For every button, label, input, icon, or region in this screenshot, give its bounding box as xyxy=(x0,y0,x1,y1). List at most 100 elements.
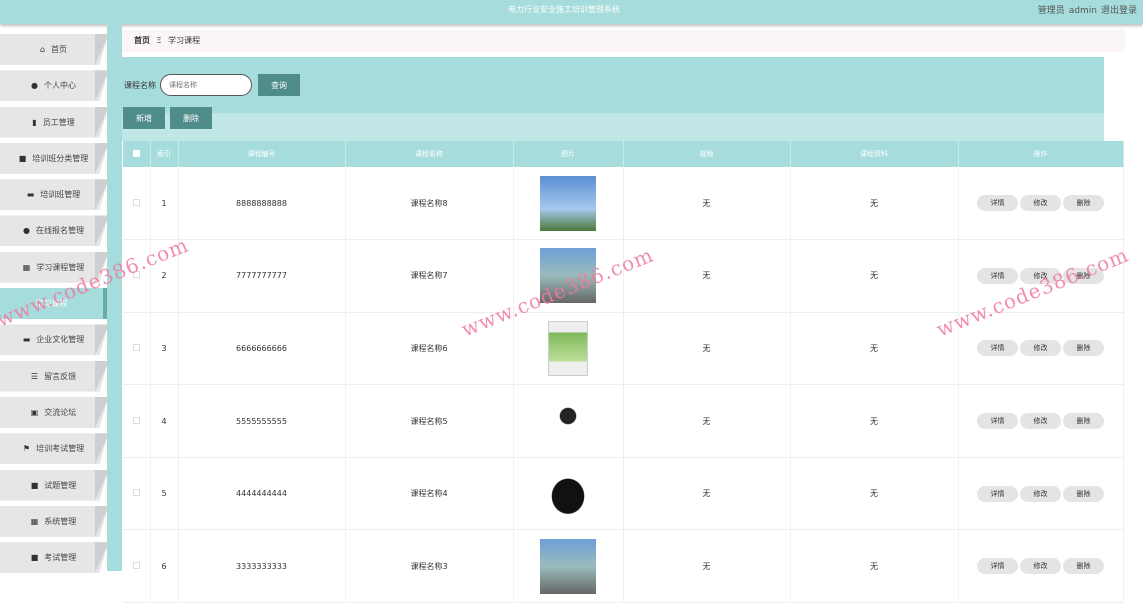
col-name: 课程名称 xyxy=(345,141,514,167)
sidebar-item[interactable]: ● 在线报名管理 xyxy=(0,215,107,247)
cell-name: 课程名称6 xyxy=(345,312,514,386)
course-image xyxy=(548,320,588,376)
breadcrumb-current: 学习课程 xyxy=(168,36,201,45)
monitor-icon: ▬ xyxy=(22,335,31,345)
row-delete-button[interactable]: 删除 xyxy=(1063,340,1104,357)
col-video: 视频 xyxy=(623,141,791,167)
row-checkbox[interactable] xyxy=(132,561,140,569)
sidebar-item-label: 首页 xyxy=(51,45,68,54)
action-bar xyxy=(122,113,1104,141)
sidebar-item-label: 交流论坛 xyxy=(44,407,77,417)
detail-button[interactable]: 详情 xyxy=(977,485,1018,502)
cell-index: 5 xyxy=(150,457,179,531)
table-row: 3 6666666666 课程名称6 无 无 详情 修改 删除 xyxy=(123,312,1124,386)
cell-material: 无 xyxy=(790,529,959,603)
cell-index: 4 xyxy=(150,384,179,458)
row-delete-button[interactable]: 删除 xyxy=(1063,267,1104,284)
user-icon: ● xyxy=(31,81,38,91)
detail-button[interactable]: 详情 xyxy=(977,558,1018,575)
sidebar-item[interactable]: ▦ 学习课程管理 xyxy=(0,251,107,283)
table-header: 索引 课程编号 课程名称 图片 视频 课程资料 操作 xyxy=(123,141,1124,167)
course-table: 索引 课程编号 课程名称 图片 视频 课程资料 操作 1 8888888888 … xyxy=(123,141,1124,603)
cell-code: 3333333333 xyxy=(178,529,346,603)
cell-name: 课程名称8 xyxy=(345,167,514,241)
cell-video: 无 xyxy=(623,529,791,603)
sidebar-item[interactable]: ■ 考试管理 xyxy=(0,542,107,574)
cell-code: 4444444444 xyxy=(178,457,346,531)
sidebar-item[interactable]: ■ 培训班分类管理 xyxy=(0,142,107,174)
sidebar: ⌂ 首页 ● 个人中心 ▮ 员工管理 ■ 培训班分类管理 ▬ 培训班管理 ● 在线报名管理 ▦ 学习课程管… xyxy=(0,34,107,578)
add-button[interactable]: 新增 xyxy=(123,107,165,129)
grid-icon: ▦ xyxy=(30,516,39,526)
sidebar-item-label: 培训班分类管理 xyxy=(32,153,89,163)
sidebar-item[interactable]: ● 个人中心 xyxy=(0,70,107,102)
sidebar-item[interactable]: 学习课程 xyxy=(0,288,107,320)
sidebar-item[interactable]: ▬ 企业文化管理 xyxy=(0,324,107,356)
cell-video: 无 xyxy=(623,457,791,531)
cell-video: 无 xyxy=(623,384,791,458)
edit-button[interactable]: 修改 xyxy=(1020,485,1061,502)
sidebar-item[interactable]: ⚑ 培训考试管理 xyxy=(0,433,107,465)
cell-name: 课程名称7 xyxy=(345,239,514,313)
search-label: 课程名称 xyxy=(124,81,156,90)
row-delete-button[interactable]: 删除 xyxy=(1063,195,1104,212)
edit-button[interactable]: 修改 xyxy=(1020,558,1061,575)
row-checkbox[interactable] xyxy=(132,198,140,206)
search-input[interactable] xyxy=(160,74,252,96)
edit-button[interactable]: 修改 xyxy=(1020,413,1061,430)
sidebar-item-label: 员工管理 xyxy=(42,117,75,127)
home-icon: ⌂ xyxy=(39,45,46,54)
detail-button[interactable]: 详情 xyxy=(977,267,1018,284)
cell-material: 无 xyxy=(790,457,959,531)
row-checkbox[interactable] xyxy=(132,271,140,279)
row-checkbox[interactable] xyxy=(132,343,140,351)
sidebar-item[interactable]: ▬ 培训班管理 xyxy=(0,179,107,211)
sidebar-item-label: 培训考试管理 xyxy=(36,444,85,454)
course-image xyxy=(540,175,596,231)
logout-link[interactable]: 退出登录 xyxy=(1101,6,1137,16)
detail-button[interactable]: 详情 xyxy=(977,195,1018,212)
sidebar-item-label: 企业文化管理 xyxy=(36,335,85,345)
user-role: 管理员 xyxy=(1037,6,1065,16)
select-all-checkbox[interactable] xyxy=(132,149,140,157)
cell-code: 6666666666 xyxy=(178,312,346,386)
cell-index: 6 xyxy=(150,529,179,603)
course-image xyxy=(540,466,596,522)
row-delete-button[interactable]: 删除 xyxy=(1063,413,1104,430)
row-checkbox[interactable] xyxy=(132,489,140,497)
cell-code: 8888888888 xyxy=(178,167,346,241)
cell-material: 无 xyxy=(790,239,959,313)
sidebar-item[interactable]: ☰ 留言反馈 xyxy=(0,360,107,392)
col-material: 课程资料 xyxy=(790,141,959,167)
table-row: 5 4444444444 课程名称4 无 无 详情 修改 删除 xyxy=(123,457,1124,531)
detail-button[interactable]: 详情 xyxy=(977,413,1018,430)
edit-button[interactable]: 修改 xyxy=(1020,340,1061,357)
sidebar-item[interactable]: ▮ 员工管理 xyxy=(0,106,107,138)
col-actions: 操作 xyxy=(958,141,1124,167)
sidebar-item-label: 培训班管理 xyxy=(40,190,81,200)
search-button[interactable]: 查询 xyxy=(258,74,300,96)
sidebar-item[interactable]: ⌂ 首页 xyxy=(0,34,107,65)
course-image xyxy=(540,393,596,449)
sidebar-item-label: 学习课程 xyxy=(35,299,68,309)
grid-icon: ■ xyxy=(18,153,27,163)
row-checkbox[interactable] xyxy=(132,416,140,424)
message-icon: ▬ xyxy=(26,190,35,200)
course-image xyxy=(540,248,596,304)
table-row: 6 3333333333 课程名称3 无 无 详情 修改 删除 xyxy=(123,529,1124,603)
edit-button[interactable]: 修改 xyxy=(1020,195,1061,212)
detail-button[interactable]: 详情 xyxy=(977,340,1018,357)
app-title: 电力行业安全施工培训管理系统 xyxy=(508,5,620,14)
col-index: 索引 xyxy=(150,141,179,167)
sidebar-item[interactable]: ■ 试题管理 xyxy=(0,469,107,501)
edit-button[interactable]: 修改 xyxy=(1020,267,1061,284)
breadcrumb-home[interactable]: 首页 xyxy=(134,36,150,45)
delete-button[interactable]: 删除 xyxy=(170,107,212,129)
cell-video: 无 xyxy=(623,312,791,386)
sidebar-item[interactable]: ▦ 系统管理 xyxy=(0,505,107,537)
row-delete-button[interactable]: 删除 xyxy=(1063,558,1104,575)
col-image: 图片 xyxy=(513,141,624,167)
sidebar-item-label: 个人中心 xyxy=(43,81,76,91)
sidebar-item[interactable]: ▣ 交流论坛 xyxy=(0,396,107,428)
row-delete-button[interactable]: 删除 xyxy=(1063,485,1104,502)
